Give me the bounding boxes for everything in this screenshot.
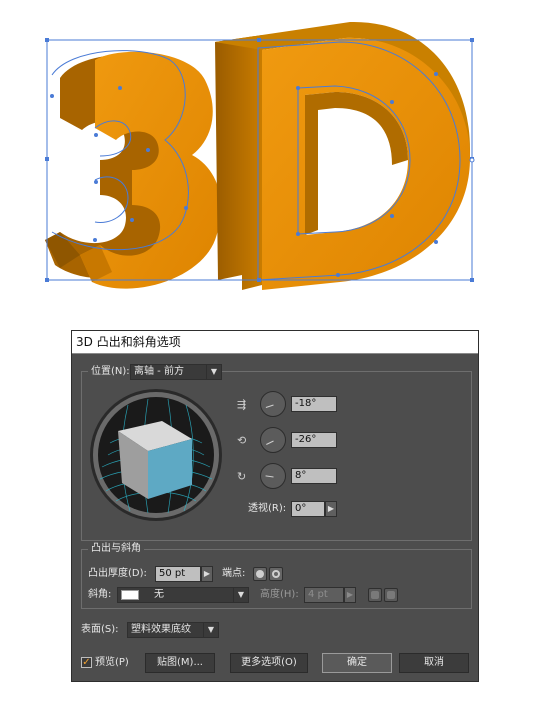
map-art-button[interactable]: 贴图(M)... bbox=[145, 653, 215, 673]
y-angle-field[interactable]: -26° bbox=[291, 432, 337, 448]
position-label: 位置(N): bbox=[88, 366, 133, 378]
perspective-slider-button[interactable]: ▶ bbox=[325, 501, 337, 517]
dialog-title: 3D 凸出和斜角选项 bbox=[72, 331, 478, 354]
ok-button[interactable]: 确定 bbox=[322, 653, 392, 673]
3d-artwork bbox=[45, 21, 475, 291]
y-angle-knob[interactable] bbox=[260, 427, 286, 453]
height-field[interactable]: 4 pt bbox=[304, 587, 344, 603]
surface-value: 塑料效果底纹 bbox=[131, 624, 191, 635]
perspective-label: 透视(R): bbox=[248, 503, 287, 514]
x-angle-knob-needle bbox=[265, 404, 274, 408]
extrude-depth-slider-button[interactable]: ▶ bbox=[201, 566, 213, 582]
z-angle-knob[interactable] bbox=[260, 463, 286, 489]
more-options-button[interactable]: 更多选项(O) bbox=[230, 653, 308, 673]
perspective-field[interactable]: 0° bbox=[291, 501, 325, 517]
cap-on-button[interactable] bbox=[253, 567, 267, 581]
cap-label: 端点: bbox=[222, 568, 246, 579]
preview-label[interactable]: 预览(P) bbox=[95, 657, 129, 669]
extrude-depth-field[interactable]: 50 pt bbox=[155, 566, 201, 582]
extrude-section-label: 凸出与斜角 bbox=[88, 543, 144, 555]
y-axis-rotate-icon: ⟲ bbox=[237, 434, 247, 447]
3d-extrude-bevel-dialog: 3D 凸出和斜角选项 位置(N): 离轴 - 前方 ▼ ⇶ -18° ⟲ -26… bbox=[71, 330, 479, 682]
height-label: 高度(H): bbox=[260, 589, 299, 600]
z-axis-rotate-icon: ↻ bbox=[237, 470, 247, 483]
x-axis-rotate-icon: ⇶ bbox=[237, 398, 247, 411]
position-value: 离轴 - 前方 bbox=[134, 366, 184, 377]
bevel-label: 斜角: bbox=[88, 589, 112, 600]
cap-off-button[interactable] bbox=[269, 567, 283, 581]
bevel-outside-button[interactable] bbox=[368, 588, 382, 602]
preview-checkbox[interactable]: ✓ bbox=[81, 657, 92, 668]
chevron-down-icon: ▼ bbox=[203, 623, 218, 637]
cap-on-icon bbox=[256, 570, 264, 578]
height-slider-button[interactable]: ▶ bbox=[344, 587, 356, 603]
bevel-inside-button[interactable] bbox=[384, 588, 398, 602]
x-angle-knob[interactable] bbox=[260, 391, 286, 417]
z-angle-knob-needle bbox=[265, 475, 274, 478]
chevron-down-icon: ▼ bbox=[233, 588, 248, 602]
bevel-value: 无 bbox=[154, 589, 164, 600]
cap-off-icon bbox=[272, 570, 280, 578]
chevron-down-icon: ▼ bbox=[206, 365, 221, 379]
position-dropdown[interactable]: 离轴 - 前方 ▼ bbox=[130, 364, 222, 380]
surface-dropdown[interactable]: 塑料效果底纹 ▼ bbox=[127, 622, 219, 638]
x-angle-field[interactable]: -18° bbox=[291, 396, 337, 412]
z-angle-field[interactable]: 8° bbox=[291, 468, 337, 484]
y-angle-knob-needle bbox=[266, 440, 274, 445]
surface-label: 表面(S): bbox=[81, 624, 119, 635]
bevel-outside-icon bbox=[371, 591, 379, 599]
bevel-swatch-icon bbox=[121, 590, 139, 600]
bevel-inside-icon bbox=[387, 591, 395, 599]
cancel-button[interactable]: 取消 bbox=[399, 653, 469, 673]
bevel-dropdown[interactable]: 无 ▼ bbox=[117, 587, 249, 603]
rotation-track-cube[interactable] bbox=[88, 387, 224, 523]
extrude-depth-label: 凸出厚度(D): bbox=[88, 568, 147, 579]
